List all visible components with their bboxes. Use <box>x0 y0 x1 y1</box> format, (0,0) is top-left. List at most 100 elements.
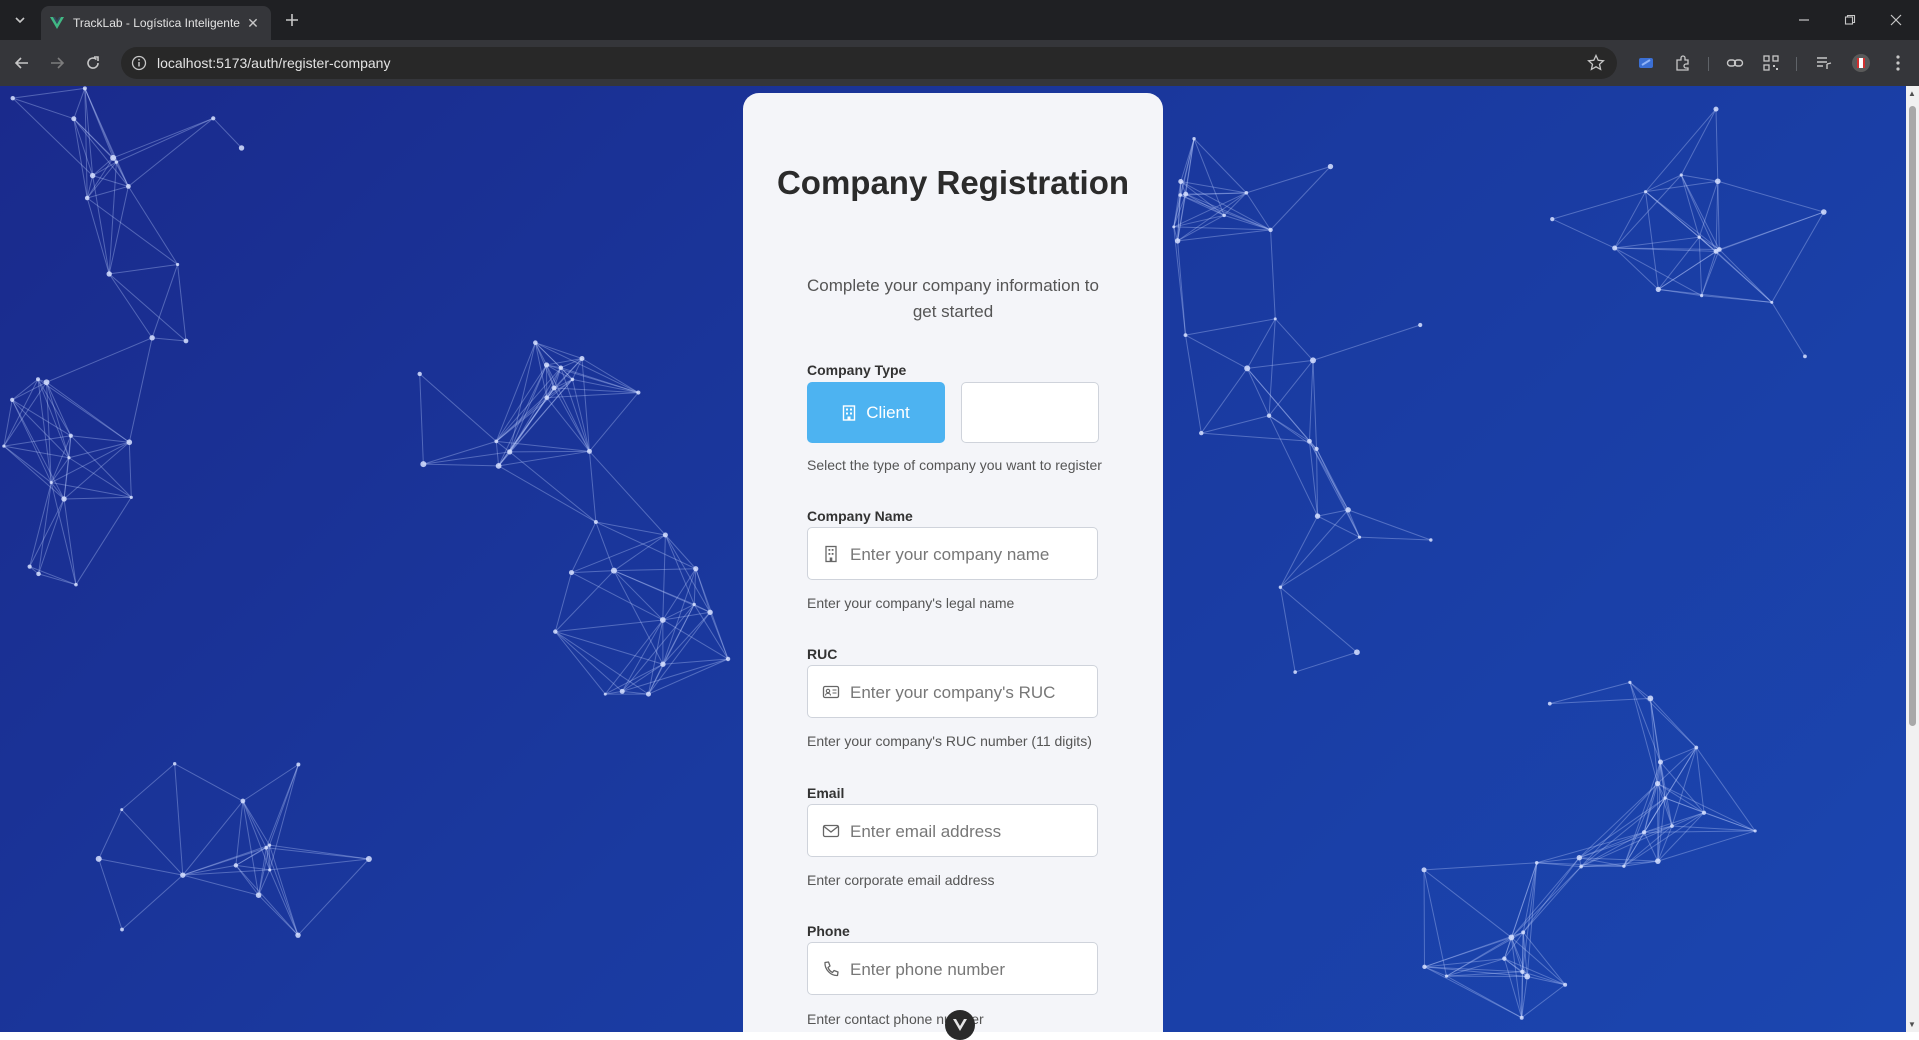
extension-translate-icon[interactable] <box>1634 51 1658 75</box>
network-line <box>420 374 497 441</box>
qr-code-icon[interactable] <box>1759 51 1783 75</box>
network-line <box>13 98 93 175</box>
media-controls-icon[interactable] <box>1812 51 1836 75</box>
ruc-label: RUC <box>807 646 837 662</box>
page-scrollbar[interactable]: ▲ ▼ <box>1906 86 1919 1032</box>
network-node <box>234 863 238 867</box>
network-node <box>1702 811 1706 815</box>
site-info-icon[interactable] <box>131 55 147 71</box>
new-tab-icon[interactable] <box>282 10 302 30</box>
extensions-puzzle-icon[interactable] <box>1671 51 1695 75</box>
tab-strip: TrackLab - Logística Inteligente ✕ <box>0 0 1919 40</box>
profile-avatar-icon[interactable] <box>1849 51 1873 75</box>
network-line <box>1269 319 1275 416</box>
registration-card: Company Registration Complete your compa… <box>743 93 1163 1032</box>
network-line <box>1424 870 1511 938</box>
bookmark-star-icon[interactable] <box>1587 54 1605 72</box>
network-line <box>1702 296 1772 303</box>
network-node <box>1279 586 1282 589</box>
network-node <box>120 808 123 811</box>
reload-icon[interactable] <box>81 51 105 75</box>
forward-icon[interactable] <box>45 51 69 75</box>
network-line <box>175 764 183 875</box>
network-node <box>1700 294 1703 297</box>
restore-icon[interactable] <box>1838 8 1862 32</box>
company-type-other-button[interactable] <box>961 382 1099 443</box>
network-node <box>1670 824 1674 828</box>
network-line <box>1696 747 1755 830</box>
network-line <box>1681 175 1716 251</box>
network-line <box>1699 237 1701 295</box>
network-line <box>1224 193 1246 216</box>
network-line <box>1719 249 1771 302</box>
network-node <box>256 892 262 898</box>
network-line <box>270 845 299 935</box>
page-viewport: Company Registration Complete your compa… <box>0 86 1906 1032</box>
address-bar[interactable]: localhost:5173/auth/register-company <box>121 47 1617 79</box>
network-node <box>1429 538 1432 541</box>
network-line <box>1644 832 1658 861</box>
network-line <box>614 571 663 620</box>
network-line <box>1537 858 1580 863</box>
network-node <box>587 449 592 454</box>
network-node <box>110 155 116 161</box>
vue-devtools-button[interactable] <box>945 1010 975 1040</box>
network-node <box>1178 193 1182 197</box>
minimize-icon[interactable] <box>1792 8 1816 32</box>
network-line <box>243 801 259 895</box>
network-line <box>64 497 131 499</box>
network-line <box>499 365 547 466</box>
close-window-icon[interactable] <box>1884 8 1908 32</box>
network-node <box>1524 974 1530 980</box>
network-line <box>571 535 665 573</box>
scrollbar-thumb[interactable] <box>1909 106 1916 726</box>
envelope-icon <box>822 822 840 840</box>
phone-input[interactable] <box>848 943 1092 996</box>
network-node <box>553 629 557 633</box>
network-line <box>39 499 64 574</box>
network-node <box>507 449 512 454</box>
network-line <box>1280 587 1357 652</box>
network-line <box>1702 251 1716 295</box>
tab-search-chevron-icon[interactable] <box>8 8 32 32</box>
network-node <box>239 145 244 150</box>
scroll-down-arrow-icon[interactable]: ▼ <box>1908 1020 1916 1029</box>
network-line <box>4 382 47 446</box>
network-line <box>582 358 638 392</box>
network-node <box>1183 192 1188 197</box>
network-node <box>620 689 625 694</box>
network-node <box>1172 225 1175 228</box>
menu-kebab-icon[interactable] <box>1886 51 1910 75</box>
network-node <box>544 395 549 400</box>
link-icon[interactable] <box>1723 51 1747 75</box>
network-line <box>554 388 589 451</box>
network-node <box>264 846 268 850</box>
network-node <box>692 603 695 606</box>
network-line <box>1186 335 1248 368</box>
network-node <box>1521 930 1525 934</box>
network-line <box>1772 302 1805 356</box>
network-line <box>243 801 270 870</box>
network-node <box>1563 983 1567 987</box>
network-node <box>1267 413 1271 417</box>
network-node <box>173 762 176 765</box>
company-name-input[interactable] <box>848 528 1092 581</box>
company-type-client-button[interactable]: Client <box>807 382 945 443</box>
browser-tab[interactable]: TrackLab - Logística Inteligente ✕ <box>41 6 271 40</box>
network-node <box>1770 301 1773 304</box>
scroll-up-arrow-icon[interactable]: ▲ <box>1908 89 1916 98</box>
network-node <box>240 799 245 804</box>
network-line <box>1186 319 1276 335</box>
tab-close-icon[interactable]: ✕ <box>245 15 261 31</box>
email-input[interactable] <box>848 805 1092 858</box>
network-line <box>4 446 51 482</box>
ruc-input[interactable] <box>848 666 1092 719</box>
network-line <box>614 569 696 571</box>
vue-logo-icon <box>49 15 65 31</box>
network-line <box>663 535 666 620</box>
network-node <box>180 872 185 877</box>
network-line <box>13 88 85 98</box>
network-node <box>1358 536 1361 539</box>
network-node <box>120 928 124 932</box>
back-icon[interactable] <box>10 51 34 75</box>
